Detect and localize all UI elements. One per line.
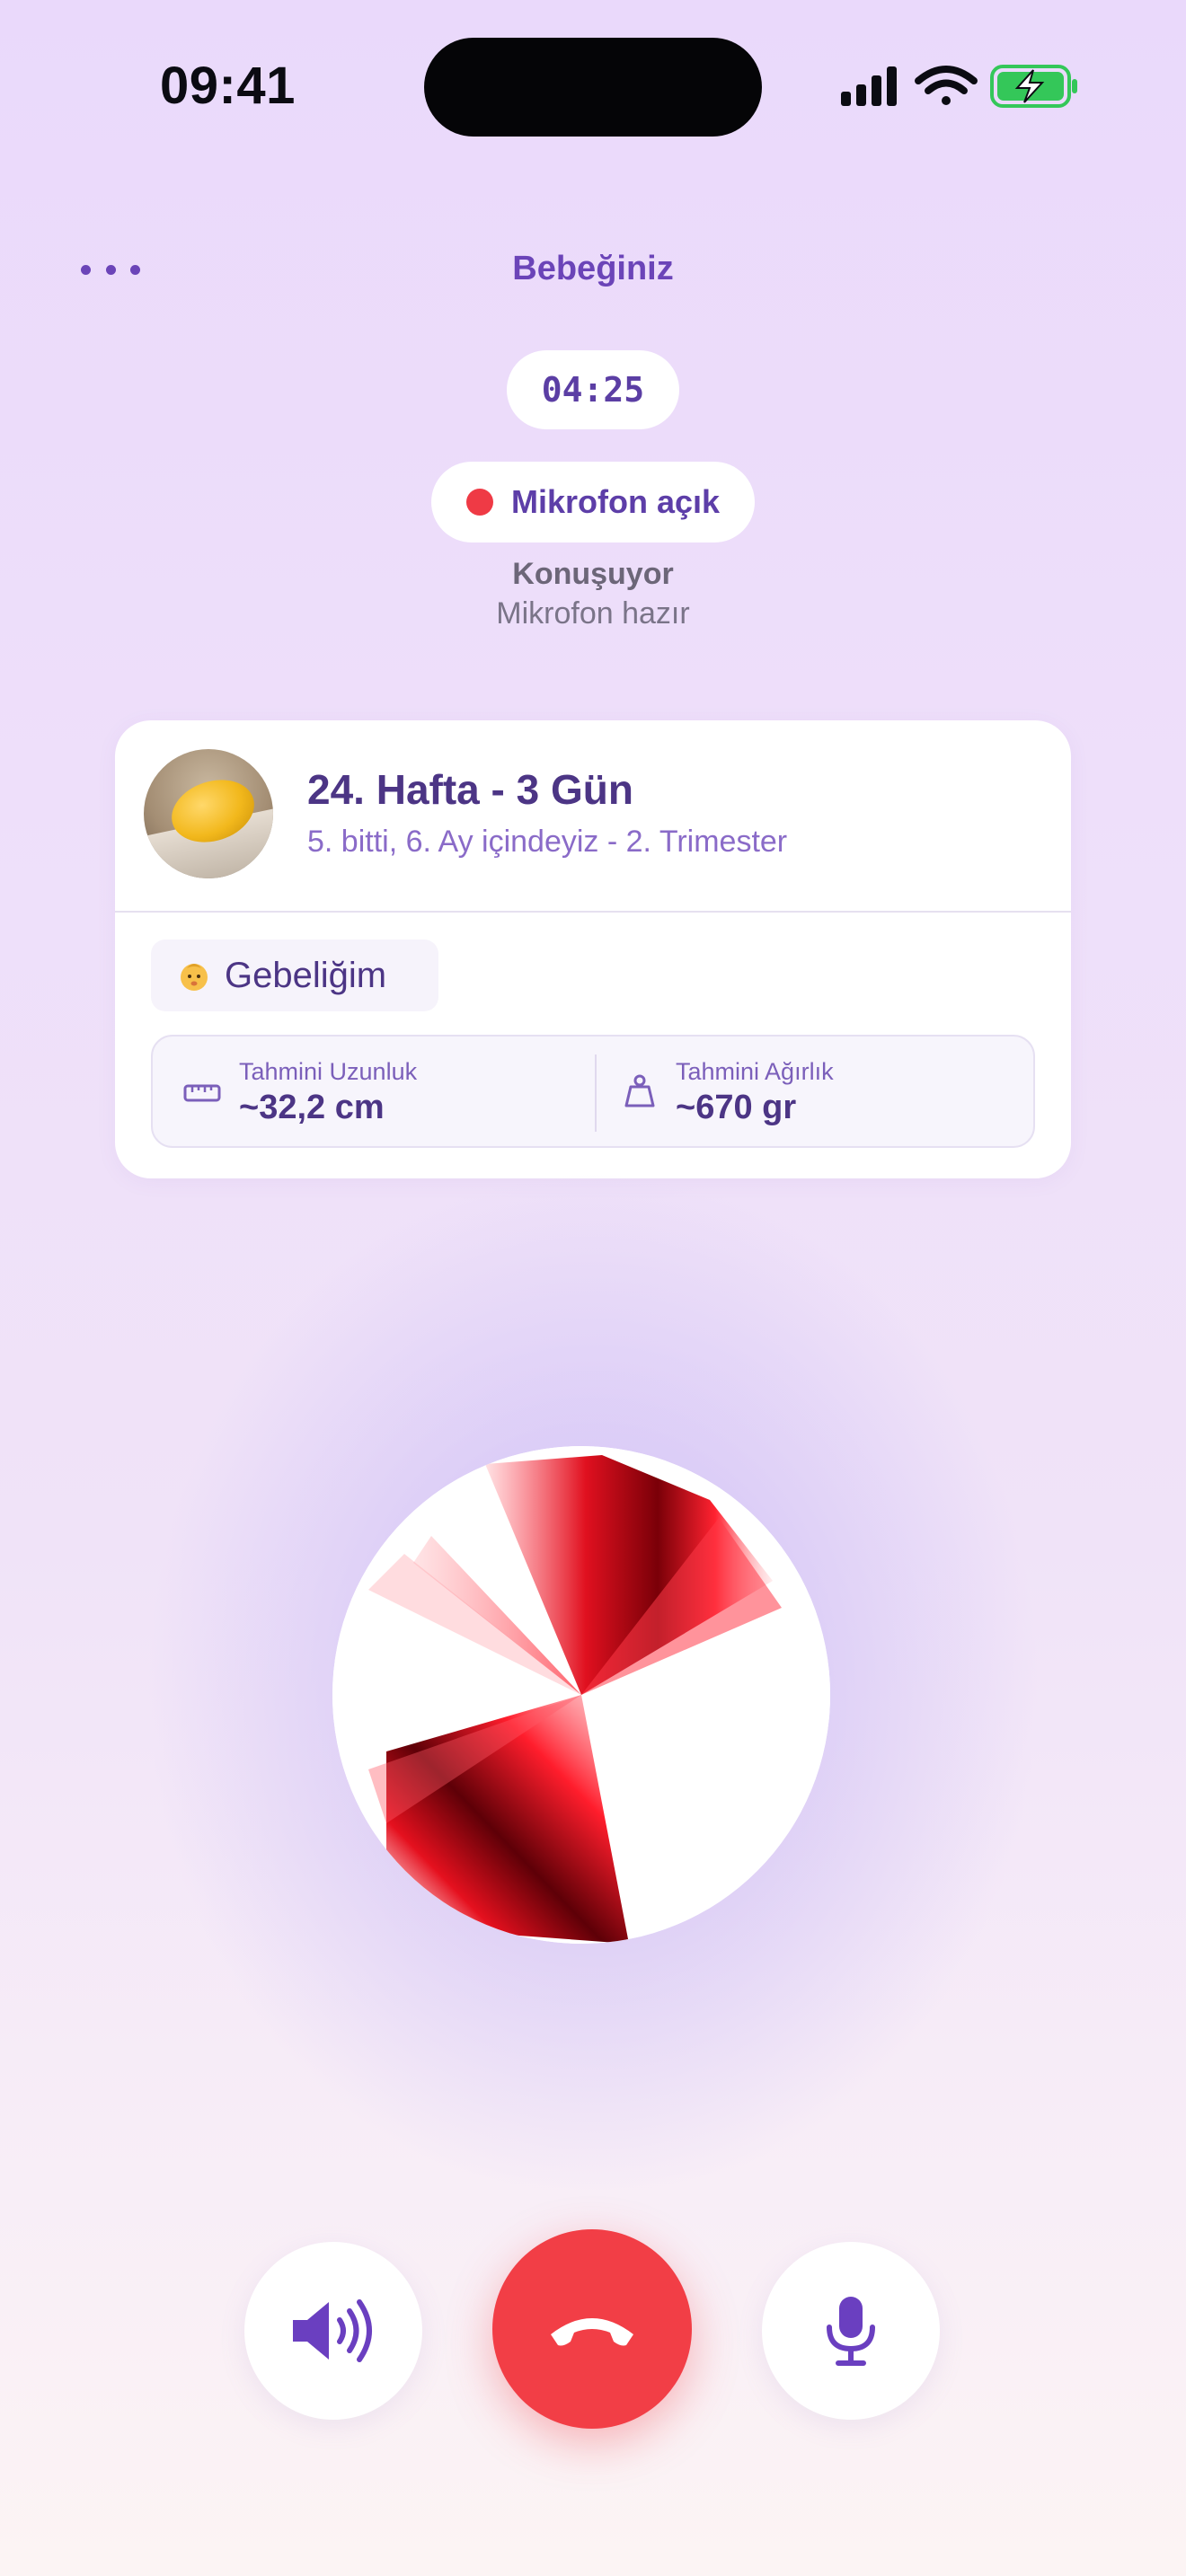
pregnancy-tag[interactable]: Gebeliğim — [151, 940, 438, 1011]
battery-charging-icon — [990, 65, 1077, 108]
weight-value: ~670 gr — [676, 1089, 797, 1126]
metric-divider — [595, 1054, 597, 1132]
status-time: 09:41 — [160, 57, 296, 115]
divider — [115, 911, 1071, 913]
speaker-icon — [293, 2299, 372, 2362]
length-value: ~32,2 cm — [239, 1089, 385, 1126]
weight-label: Tahmini Ağırlık — [676, 1058, 834, 1085]
microphone-icon — [827, 2297, 875, 2366]
recording-dot-icon — [465, 489, 493, 516]
phone-hangup-icon — [551, 2318, 633, 2346]
mic-status-label: Mikrofon açık — [510, 483, 721, 520]
end-call-button[interactable] — [492, 2229, 692, 2429]
ruler-icon — [183, 1084, 221, 1102]
mic-ready-label: Mikrofon hazır — [496, 596, 690, 631]
cellular-signal-icon — [841, 66, 897, 106]
length-label: Tahmini Uzunluk — [239, 1058, 418, 1085]
mic-status-badge: Mikrofon açık — [431, 462, 755, 543]
wifi-icon — [915, 66, 978, 105]
call-timer: 04:25 — [507, 350, 679, 429]
week-subtitle: 5. bitti, 6. Ay içindeyiz - 2. Trimester — [307, 825, 788, 859]
microphone-button[interactable] — [762, 2242, 940, 2420]
status-icons — [841, 65, 1077, 108]
dynamic-island — [424, 38, 762, 137]
page-title: Bebeğiniz — [512, 250, 674, 287]
metrics-panel: Tahmini Uzunluk ~32,2 cm Tahmini Ağırlık… — [151, 1035, 1035, 1148]
week-title: 24. Hafta - 3 Gün — [307, 766, 633, 813]
baby-icon — [181, 964, 208, 991]
pregnancy-tag-label: Gebeliğim — [225, 955, 387, 995]
voice-orb — [332, 1446, 830, 1944]
speaker-button[interactable] — [244, 2242, 422, 2420]
fruit-size-image — [144, 749, 273, 878]
pregnancy-card[interactable]: 24. Hafta - 3 Gün 5. bitti, 6. Ay içinde… — [115, 720, 1071, 1178]
speaking-label: Konuşuyor — [512, 557, 674, 591]
weight-icon — [624, 1074, 655, 1107]
